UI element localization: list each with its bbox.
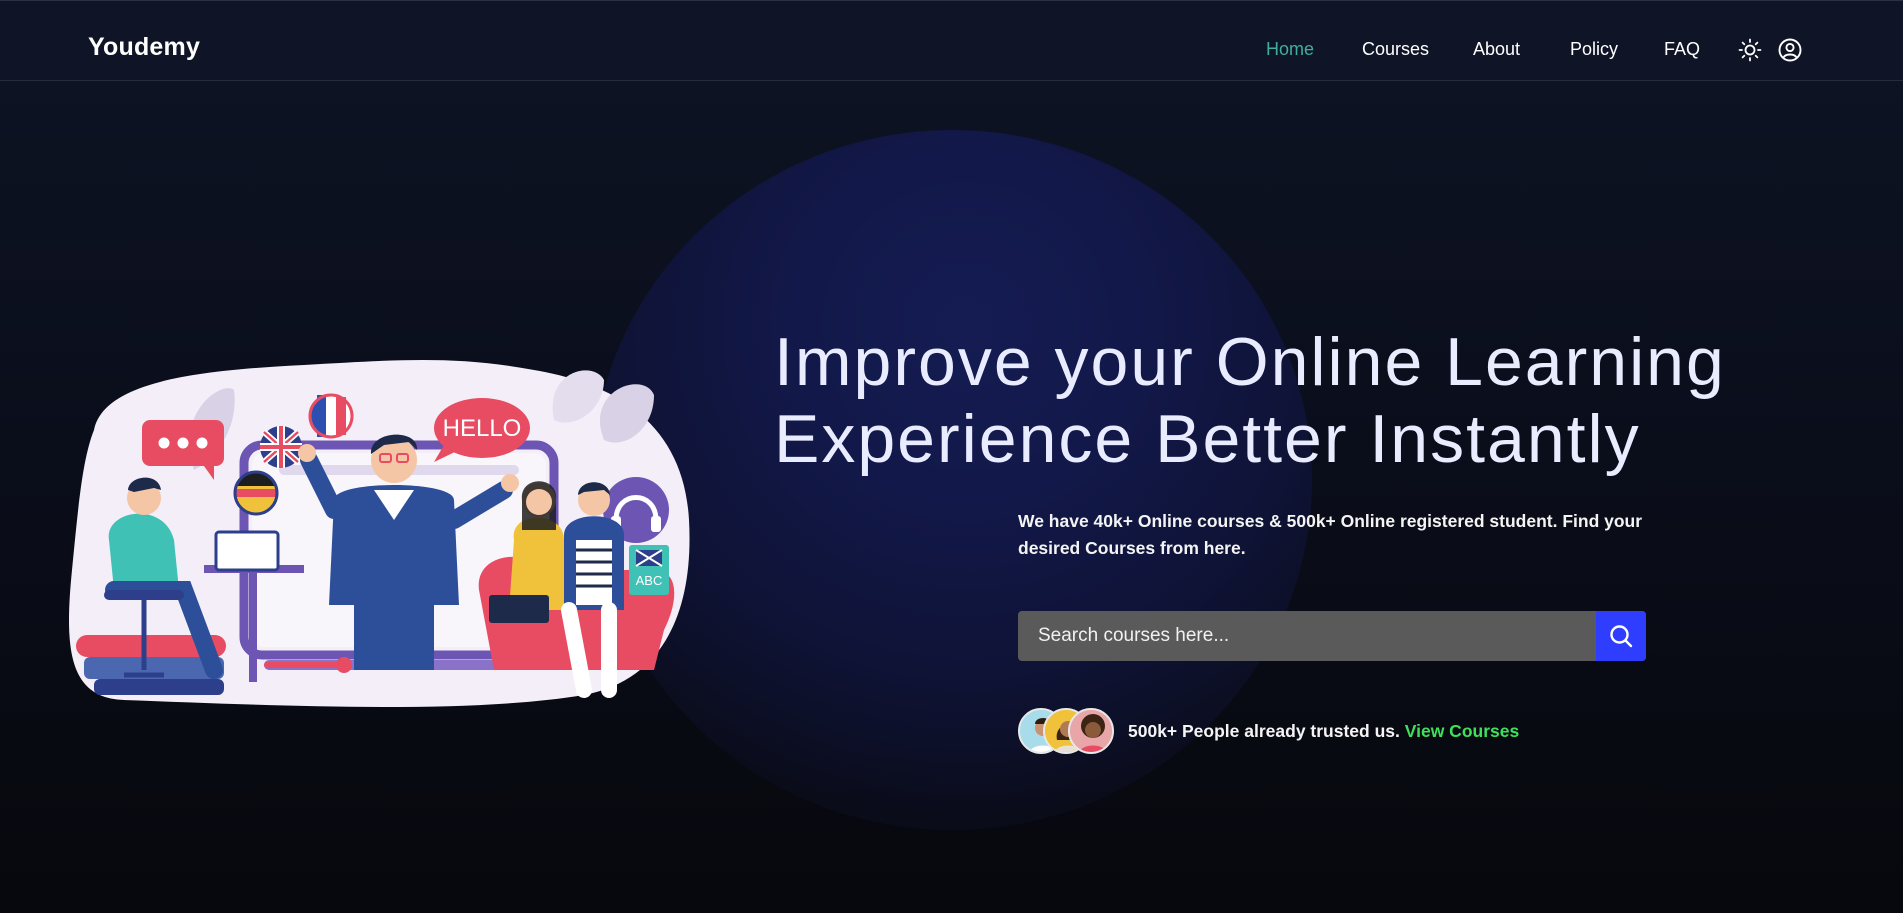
nav-policy[interactable]: Policy (1570, 39, 1618, 60)
user-circle-icon (1778, 38, 1802, 62)
nav-courses[interactable]: Courses (1362, 39, 1429, 60)
trust-text: 500k+ People already trusted us. View Co… (1128, 721, 1519, 742)
search-input[interactable] (1018, 611, 1596, 661)
nav-home[interactable]: Home (1266, 39, 1314, 60)
search-icon (1610, 625, 1633, 648)
hero-illustration: HELLO ABC (64, 350, 704, 720)
page: Youdemy Home Courses About Policy FAQ HE… (0, 0, 1903, 913)
trust-message: 500k+ People already trusted us. (1128, 721, 1400, 741)
online-learning-illustration: HELLO ABC (68, 360, 690, 707)
hello-text: HELLO (443, 415, 522, 442)
hero-title-line-2: Experience Better Instantly (774, 401, 1641, 477)
profile-button[interactable] (1777, 37, 1803, 63)
person-avatar-icon (1070, 710, 1112, 752)
course-search (1018, 611, 1646, 661)
sun-icon (1738, 38, 1762, 62)
trust-section: 500k+ People already trusted us. View Co… (1018, 708, 1718, 756)
search-button[interactable] (1596, 611, 1646, 661)
theme-toggle-button[interactable] (1737, 37, 1763, 63)
navbar: Youdemy Home Courses About Policy FAQ (0, 0, 1903, 81)
view-courses-link[interactable]: View Courses (1405, 721, 1519, 741)
abc-text: ABC (636, 573, 663, 588)
hero-title-line-1: Improve your Online Learning (774, 324, 1726, 400)
nav-links: Home Courses About Policy FAQ (0, 39, 1903, 63)
nav-faq[interactable]: FAQ (1664, 39, 1700, 60)
nav-about[interactable]: About (1473, 39, 1520, 60)
hero-description: We have 40k+ Online courses & 500k+ Onli… (1018, 511, 1643, 558)
hero-title: Improve your Online Learning Experience … (774, 324, 1774, 478)
avatar (1068, 708, 1114, 754)
